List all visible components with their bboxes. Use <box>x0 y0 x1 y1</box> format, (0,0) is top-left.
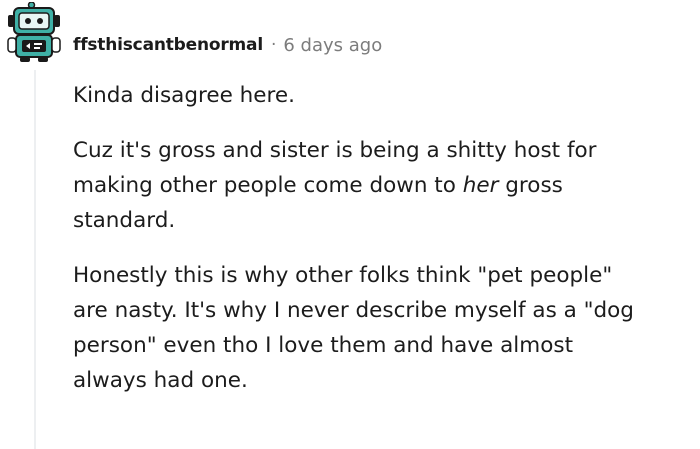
comment: ffsthiscantbenormal · 6 days ago Kinda d… <box>0 0 700 449</box>
meta-separator: · <box>270 35 277 55</box>
emphasized-text: her <box>462 173 499 198</box>
text-line: person" even tho I love them and have al… <box>73 333 574 358</box>
comment-body: Kinda disagree here. Cuz it's gross and … <box>73 78 695 418</box>
text-line: Kinda disagree here. <box>73 83 295 108</box>
avatar[interactable] <box>6 1 62 64</box>
text-line: Cuz it's gross and sister is being a shi… <box>73 138 597 163</box>
text-line: are nasty. It's why I never describe mys… <box>73 298 634 323</box>
thread-line[interactable] <box>34 70 36 449</box>
text-segment: gross <box>498 173 563 198</box>
text-line: standard. <box>73 208 176 233</box>
comment-paragraph: Kinda disagree here. <box>73 78 695 113</box>
text-segment: making other people come down to <box>73 173 463 198</box>
comment-paragraph: Honestly this is why other folks think "… <box>73 258 695 398</box>
comment-header: ffsthiscantbenormal · 6 days ago <box>73 33 382 57</box>
text-line: Honestly this is why other folks think "… <box>73 263 613 288</box>
comment-paragraph: Cuz it's gross and sister is being a shi… <box>73 133 695 238</box>
username-link[interactable]: ffsthiscantbenormal <box>73 35 263 55</box>
text-line: making other people come down to her gro… <box>73 168 695 203</box>
text-line: always had one. <box>73 368 248 393</box>
robot-avatar-icon <box>7 1 61 62</box>
timestamp[interactable]: 6 days ago <box>283 35 382 56</box>
